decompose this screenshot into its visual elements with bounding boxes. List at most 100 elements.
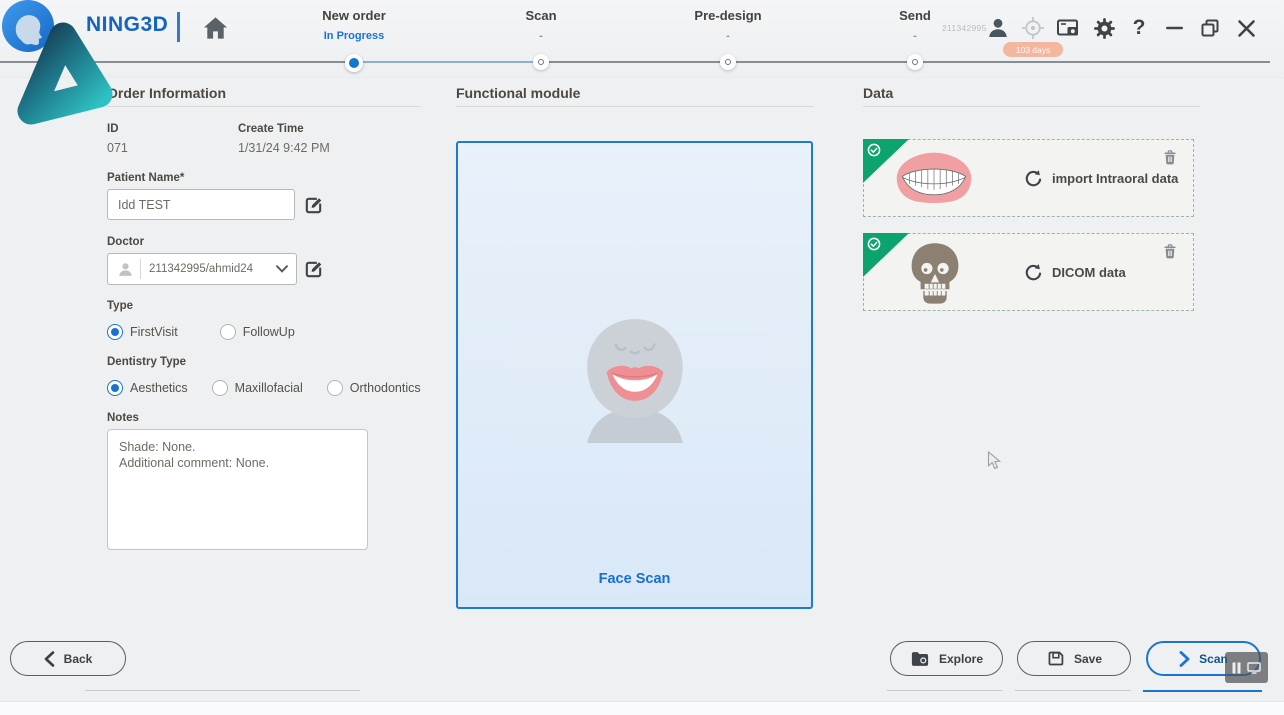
help-icon: ? [1133, 16, 1146, 40]
face-scan-label: Face Scan [458, 571, 811, 587]
select-divider [140, 259, 141, 279]
explore-button[interactable]: Explore [890, 641, 1003, 676]
create-time-value: 1/31/24 9:42 PM [238, 141, 330, 155]
edit-icon [303, 195, 324, 216]
calibration-target-icon [1020, 15, 1046, 41]
type-radio-group: FirstVisit FollowUp [107, 324, 319, 340]
patient-name-input[interactable] [107, 189, 295, 220]
functional-module-divider [456, 106, 814, 107]
edit-patient-button[interactable] [303, 195, 325, 217]
footer-divider [1015, 690, 1131, 691]
doctor-user-icon [117, 261, 134, 278]
close-button[interactable] [1231, 13, 1261, 43]
brand-text: NING3D [86, 13, 168, 37]
explore-label: Explore [939, 652, 983, 666]
settings-button[interactable] [1089, 13, 1119, 43]
screenshot-icon [1055, 16, 1081, 40]
edit-doctor-button[interactable] [303, 259, 325, 281]
refresh-icon [1022, 168, 1043, 189]
pause-icon [1232, 662, 1241, 674]
brand-divider [177, 12, 180, 42]
radio-orthodontics[interactable] [327, 380, 343, 396]
chevron-left-icon [44, 651, 55, 667]
footer-divider-active [1143, 690, 1262, 692]
recorder-overlay[interactable] [1225, 652, 1268, 683]
doctor-label: Doctor [107, 236, 144, 248]
order-info-title: Order Information [107, 85, 226, 101]
step-label: New order [284, 8, 424, 23]
dicom-data-card[interactable]: DICOM data [863, 233, 1194, 311]
card-action: import Intraoral data [1022, 140, 1178, 216]
screenshot-button[interactable] [1053, 13, 1083, 43]
teeth-image [890, 150, 978, 208]
edit-icon [303, 259, 324, 280]
step-label: Pre-design [658, 8, 798, 23]
restore-button[interactable] [1195, 13, 1225, 43]
stepper-dot-new-order[interactable] [345, 54, 363, 72]
stepper-dot-send[interactable] [907, 54, 923, 70]
step-label: Send [845, 8, 985, 23]
bottom-band [0, 701, 1284, 715]
data-divider [863, 106, 1200, 107]
radio-label: FollowUp [243, 325, 295, 339]
home-icon [202, 15, 229, 41]
id-label: ID [107, 123, 119, 135]
save-label: Save [1074, 652, 1102, 666]
help-button[interactable]: ? [1124, 13, 1154, 43]
skull-image [908, 241, 962, 305]
footer-divider [887, 690, 1002, 691]
dentistry-radio-group: Aesthetics Maxillofacial Orthodontics [107, 380, 445, 396]
notes-label: Notes [107, 412, 139, 424]
trash-icon [1161, 242, 1179, 261]
top-bar: NING3D New order In Progress Scan - Pre-… [0, 0, 1284, 78]
folder-icon [910, 650, 930, 668]
create-time-label: Create Time [238, 123, 304, 135]
notes-textarea[interactable]: Shade: None. Additional comment: None. [107, 429, 368, 550]
radio-follow-up[interactable] [220, 324, 236, 340]
stepper-track-active [362, 61, 537, 63]
functional-module-title: Functional module [456, 85, 580, 101]
face-scan-graphic [569, 311, 701, 443]
doctor-value: 211342995/ahmid24 [149, 263, 253, 275]
delete-dicom-button[interactable] [1161, 242, 1181, 262]
gear-icon [1092, 16, 1117, 41]
close-icon [1237, 19, 1256, 38]
patient-name-label: Patient Name* [107, 172, 184, 184]
scan-label: Scan [1199, 652, 1228, 666]
user-id-text: 211342995 [942, 23, 987, 33]
stepper-dot-scan[interactable] [533, 54, 549, 70]
status-ribbon [863, 233, 909, 277]
radio-maxillofacial[interactable] [212, 380, 228, 396]
face-scan-card[interactable]: Face Scan [456, 141, 813, 609]
refresh-icon [1022, 262, 1043, 283]
save-button[interactable]: Save [1017, 641, 1131, 676]
minimize-icon [1166, 26, 1184, 30]
step-status: - [471, 30, 611, 42]
radio-label: Orthodontics [350, 381, 421, 395]
chevron-down-icon [276, 265, 288, 273]
radio-aesthetics[interactable] [107, 380, 123, 396]
back-button[interactable]: Back [10, 641, 126, 676]
step-status: - [658, 30, 798, 42]
step-pre-design: Pre-design - [658, 8, 798, 42]
restore-icon [1199, 17, 1221, 39]
doctor-select[interactable]: 211342995/ahmid24 [107, 253, 297, 285]
radio-label: Maxillofacial [235, 381, 303, 395]
chevron-right-icon [1179, 651, 1190, 667]
order-info-divider [107, 106, 420, 107]
step-scan: Scan - [471, 8, 611, 42]
trash-icon [1161, 148, 1179, 167]
radio-first-visit[interactable] [107, 324, 123, 340]
step-status: In Progress [284, 30, 424, 42]
intraoral-data-card[interactable]: import Intraoral data [863, 139, 1194, 217]
stepper-dot-pre-design[interactable] [720, 54, 736, 70]
account-button[interactable] [983, 13, 1013, 43]
calibration-button[interactable] [1018, 13, 1048, 43]
card-action: DICOM data [1022, 234, 1126, 310]
delete-intraoral-button[interactable] [1161, 148, 1181, 168]
home-button[interactable] [199, 12, 231, 44]
minimize-button[interactable] [1160, 13, 1190, 43]
data-title: Data [863, 85, 893, 101]
data-card-label: DICOM data [1052, 265, 1126, 280]
step-label: Scan [471, 8, 611, 23]
